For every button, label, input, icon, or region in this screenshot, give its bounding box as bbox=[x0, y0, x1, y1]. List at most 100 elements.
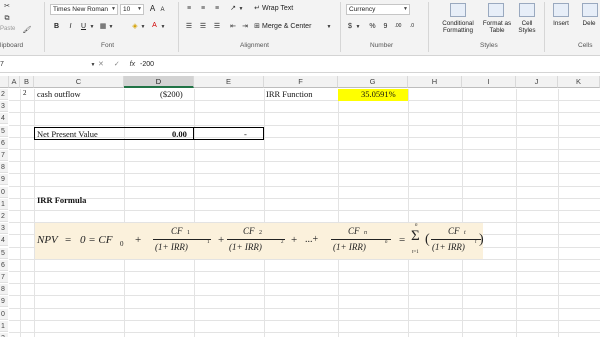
column-header-j[interactable]: J bbox=[516, 76, 558, 88]
row-header[interactable]: 2 bbox=[0, 333, 8, 337]
italic-button[interactable]: I bbox=[66, 22, 75, 32]
font-size-dropdown[interactable]: 10 ▼ bbox=[120, 4, 144, 15]
column-header-h[interactable]: H bbox=[408, 76, 462, 88]
row-header[interactable]: 2 bbox=[0, 89, 8, 100]
row-header[interactable]: 4 bbox=[0, 235, 8, 247]
column-header-f[interactable]: F bbox=[264, 76, 338, 88]
cell-c13[interactable]: IRR Formula bbox=[37, 195, 86, 205]
cell-d2[interactable]: ($200) bbox=[160, 89, 183, 99]
row-header[interactable]: 7 bbox=[0, 272, 8, 283]
chevron-down-icon[interactable]: ▼ bbox=[355, 22, 361, 32]
decrease-decimal-button[interactable]: .0 bbox=[406, 21, 418, 31]
select-all-corner[interactable] bbox=[0, 76, 9, 88]
orientation-icon[interactable]: ↗ bbox=[228, 4, 238, 14]
comma-style-button[interactable]: 9 bbox=[382, 22, 389, 32]
align-right-icon[interactable]: ☰ bbox=[212, 22, 222, 32]
chevron-down-icon[interactable]: ▼ bbox=[90, 60, 96, 70]
font-name-dropdown[interactable]: Times New Roman ▼ bbox=[50, 4, 118, 15]
row-header[interactable]: 9 bbox=[0, 174, 8, 186]
chevron-down-icon[interactable]: ▼ bbox=[238, 4, 244, 14]
grow-font-button[interactable]: A bbox=[148, 4, 157, 14]
cell-g2[interactable]: 35.0591% bbox=[361, 89, 396, 99]
bold-button[interactable]: B bbox=[52, 22, 61, 32]
number-format-dropdown[interactable]: Currency ▼ bbox=[346, 4, 410, 15]
row-header[interactable]: 6 bbox=[0, 137, 8, 149]
merge-center-icon[interactable]: ⊞ bbox=[252, 22, 262, 32]
enter-icon[interactable]: ✓ bbox=[114, 61, 120, 68]
cell-d8[interactable]: 0.00 bbox=[172, 129, 187, 139]
fill-color-icon[interactable]: ◈ bbox=[130, 22, 140, 32]
chevron-down-icon[interactable]: ▼ bbox=[108, 22, 114, 32]
copy-icon[interactable]: ⧉ bbox=[2, 14, 12, 24]
row-header[interactable]: 0 bbox=[0, 186, 8, 198]
cell-styles-button[interactable]: Cell Styles bbox=[513, 20, 541, 34]
cancel-icon[interactable]: ✕ bbox=[98, 61, 104, 68]
column-header-d[interactable]: D bbox=[124, 76, 194, 88]
shrink-font-button[interactable]: A bbox=[158, 5, 167, 15]
row-header[interactable]: 8 bbox=[0, 284, 8, 296]
font-color-button[interactable]: A bbox=[150, 21, 159, 31]
align-bottom-icon[interactable]: ≡ bbox=[212, 4, 222, 14]
column-header-k[interactable]: K bbox=[558, 76, 600, 88]
row-header[interactable]: 4 bbox=[0, 113, 8, 125]
chevron-down-icon[interactable]: ▼ bbox=[89, 22, 95, 32]
wrap-text-icon[interactable]: ↵ bbox=[252, 4, 262, 14]
irr-formula-image[interactable]: NPV = 0 = CF 0 + CF 1 (1+ IRR) 1 + CF 2 … bbox=[35, 223, 484, 259]
row-header[interactable]: 1 bbox=[0, 198, 8, 210]
align-middle-icon[interactable]: ≡ bbox=[198, 4, 208, 14]
row-header[interactable]: 7 bbox=[0, 150, 8, 161]
column-header-i[interactable]: I bbox=[462, 76, 516, 88]
wrap-text-button[interactable]: Wrap Text bbox=[262, 4, 308, 14]
chevron-down-icon[interactable]: ▼ bbox=[160, 22, 166, 32]
row-header[interactable]: 2 bbox=[0, 211, 8, 222]
increase-decimal-button[interactable]: .00 bbox=[392, 21, 404, 31]
row-header[interactable]: 9 bbox=[0, 296, 8, 308]
chevron-down-icon[interactable]: ▼ bbox=[140, 22, 146, 32]
formula-bar: 7 ▼ ✕ ✓ fx -200 bbox=[0, 57, 600, 73]
format-as-table-button[interactable]: Format as Table bbox=[481, 20, 513, 34]
paste-button[interactable]: Paste bbox=[0, 24, 15, 34]
conditional-formatting-icon[interactable] bbox=[450, 3, 466, 17]
borders-icon[interactable]: ▦ bbox=[98, 22, 108, 32]
cell-c2[interactable]: cash outflow bbox=[37, 89, 81, 99]
align-top-icon[interactable]: ≡ bbox=[184, 4, 194, 14]
align-center-icon[interactable]: ☰ bbox=[198, 22, 208, 32]
cell-c8[interactable]: Net Present Value bbox=[37, 129, 98, 139]
chevron-down-icon[interactable]: ▼ bbox=[326, 22, 332, 32]
formula-input[interactable]: -200 bbox=[140, 59, 154, 71]
row-header[interactable]: 5 bbox=[0, 125, 8, 137]
column-header-c[interactable]: C bbox=[34, 76, 124, 88]
row-header[interactable]: 5 bbox=[0, 247, 8, 259]
fx-icon[interactable]: fx bbox=[130, 61, 135, 68]
name-box[interactable]: 7 bbox=[0, 59, 96, 71]
accounting-format-button[interactable]: $ bbox=[346, 22, 354, 32]
row-header[interactable]: 3 bbox=[0, 101, 8, 113]
delete-icon[interactable] bbox=[582, 3, 598, 17]
column-header-a[interactable]: A bbox=[9, 76, 20, 88]
decrease-indent-icon[interactable]: ⇤ bbox=[228, 22, 238, 32]
column-header-e[interactable]: E bbox=[194, 76, 264, 88]
row-header[interactable]: 0 bbox=[0, 308, 8, 320]
increase-indent-icon[interactable]: ⇥ bbox=[240, 22, 250, 32]
row-header[interactable]: 6 bbox=[0, 259, 8, 271]
format-as-table-icon[interactable] bbox=[488, 3, 504, 17]
row-header[interactable]: 3 bbox=[0, 223, 8, 235]
cell-f2[interactable]: IRR Function bbox=[266, 89, 313, 99]
delete-button[interactable]: Dele bbox=[578, 20, 600, 27]
cell-styles-icon[interactable] bbox=[519, 3, 535, 17]
column-header-b[interactable]: B bbox=[20, 76, 34, 88]
insert-icon[interactable] bbox=[553, 3, 569, 17]
cell-b2[interactable]: 2 bbox=[23, 89, 27, 97]
column-header-g[interactable]: G bbox=[338, 76, 408, 88]
insert-button[interactable]: Insert bbox=[548, 20, 574, 27]
format-painter-icon[interactable]: 🖌 bbox=[22, 26, 32, 36]
conditional-formatting-button[interactable]: Conditional Formatting bbox=[436, 20, 480, 34]
underline-button[interactable]: U bbox=[79, 22, 88, 32]
row-header[interactable]: 8 bbox=[0, 162, 8, 174]
row-header[interactable]: 1 bbox=[0, 320, 8, 332]
percent-style-button[interactable]: % bbox=[368, 22, 377, 32]
merge-center-button[interactable]: Merge & Center bbox=[262, 22, 324, 32]
cell-e8[interactable]: - bbox=[244, 129, 247, 139]
cut-icon[interactable]: ✂ bbox=[2, 2, 12, 12]
align-left-icon[interactable]: ☰ bbox=[184, 22, 194, 32]
